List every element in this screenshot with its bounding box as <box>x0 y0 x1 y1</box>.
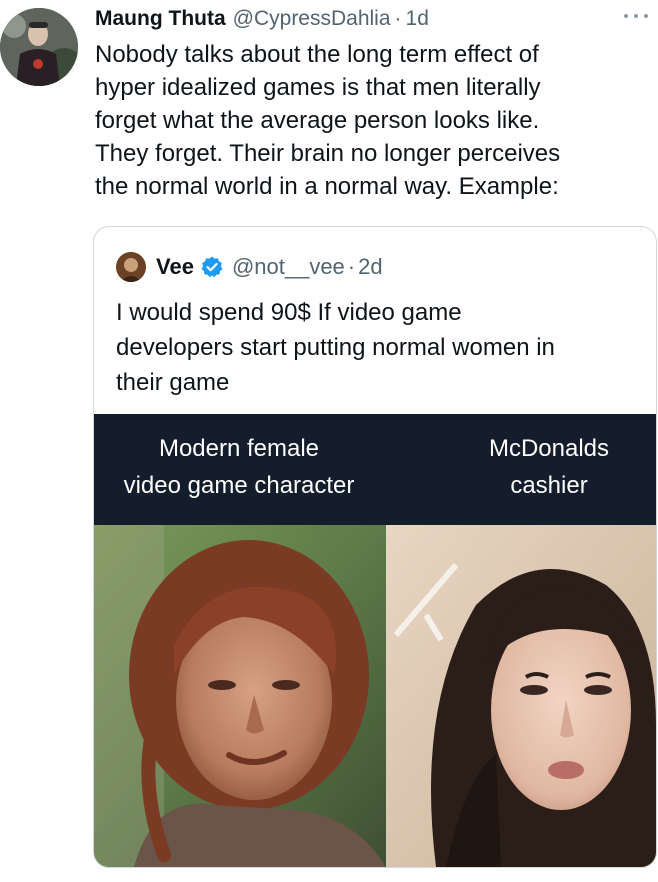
display-name[interactable]: Maung Thuta <box>95 7 226 31</box>
more-horizontal-icon[interactable] <box>624 10 648 22</box>
quoted-display-name[interactable]: Vee <box>156 254 194 280</box>
quoted-user-handle[interactable]: @not__vee <box>232 254 345 280</box>
game-character-photo <box>94 525 386 867</box>
tweet-text: Nobody talks about the long term effect … <box>95 41 561 200</box>
quoted-tweet-text: I would spend 90$ If video game develope… <box>116 299 555 396</box>
verified-badge-icon <box>200 255 224 279</box>
more-dot <box>644 14 648 18</box>
left-caption: Modern female video game character <box>123 435 355 499</box>
more-dot <box>634 14 638 18</box>
user-handle[interactable]: @CypressDahlia <box>233 7 391 31</box>
timestamp[interactable]: 1d <box>406 7 429 31</box>
more-dot <box>624 14 628 18</box>
tweet: Maung Thuta @CypressDahlia · 1d Nobody t… <box>0 0 658 882</box>
right-caption: McDonalds cashier <box>488 435 610 499</box>
separator-dot: · <box>394 7 402 30</box>
quoted-tweet[interactable]: Vee @not__vee · 2d I would spend 90$ If … <box>93 226 657 868</box>
separator-dot: · <box>347 254 356 279</box>
quoted-avatar[interactable] <box>116 252 146 282</box>
caption-band: Modern female video game character McDon… <box>94 414 656 525</box>
meme-image[interactable]: Modern female video game character McDon… <box>94 414 656 867</box>
cashier-photo <box>386 525 656 867</box>
quoted-timestamp[interactable]: 2d <box>358 254 382 280</box>
avatar[interactable] <box>0 8 78 86</box>
quoted-tweet-header: Vee @not__vee · 2d <box>116 251 383 283</box>
tweet-header: Maung Thuta @CypressDahlia · 1d <box>95 5 655 33</box>
